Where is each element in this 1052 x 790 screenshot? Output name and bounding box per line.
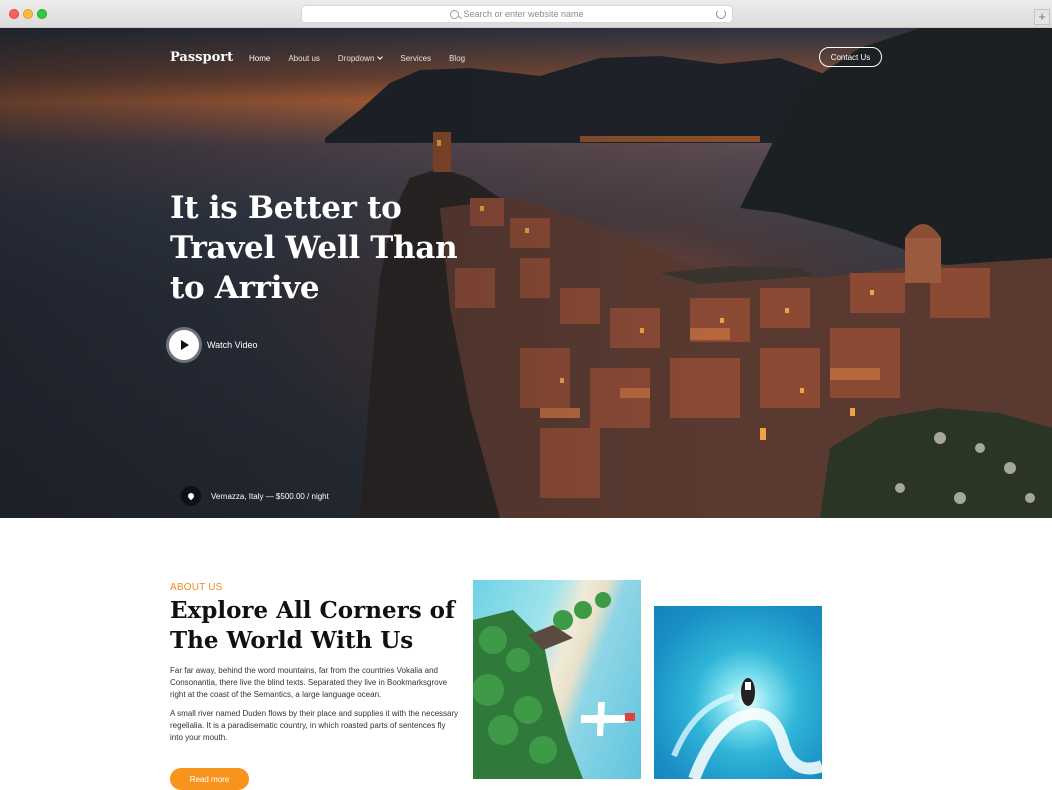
search-icon bbox=[450, 9, 460, 19]
nav-item-services[interactable]: Services bbox=[400, 54, 431, 63]
address-bar[interactable]: Search or enter website name bbox=[301, 5, 733, 23]
beach-island-photo bbox=[473, 580, 641, 779]
watch-video-label: Watch Video bbox=[207, 340, 258, 350]
map-pin-icon bbox=[181, 486, 201, 506]
location-badge: Vernazza, Italy — $500.00 / night bbox=[181, 486, 329, 506]
about-us-tag: ABOUT US bbox=[170, 582, 223, 593]
navbar: Passport Home About us Dropdown Services… bbox=[0, 28, 1052, 88]
nav-item-dropdown[interactable]: Dropdown bbox=[337, 54, 384, 63]
about-title: Explore All Corners of The World With Us bbox=[170, 596, 460, 656]
about-title-line: Explore All Corners of bbox=[170, 597, 455, 624]
hero-headline-line: It is Better to bbox=[170, 190, 402, 226]
address-placeholder: Search or enter website name bbox=[463, 9, 584, 19]
nav-item-about-us[interactable]: About us bbox=[288, 54, 320, 63]
zoom-window-button[interactable] bbox=[37, 9, 47, 19]
close-window-button[interactable] bbox=[9, 9, 19, 19]
about-paragraph: A small river named Duden flows by their… bbox=[170, 709, 459, 742]
nav-item-dropdown-label: Dropdown bbox=[337, 54, 375, 63]
contact-us-button[interactable]: Contact Us bbox=[819, 47, 882, 67]
hero-headline-line: to Arrive bbox=[170, 270, 320, 306]
minimize-window-button[interactable] bbox=[23, 9, 33, 19]
read-more-button[interactable]: Read more bbox=[170, 768, 249, 790]
jet-ski-photo bbox=[654, 606, 822, 779]
new-tab-icon[interactable]: + bbox=[1034, 9, 1050, 25]
nav-item-blog[interactable]: Blog bbox=[449, 54, 465, 63]
hero-headline-line: Travel Well Than bbox=[170, 230, 458, 266]
watch-video-link[interactable]: Watch Video bbox=[169, 330, 258, 360]
play-icon bbox=[181, 340, 189, 350]
play-button[interactable] bbox=[169, 330, 199, 360]
reload-icon[interactable] bbox=[716, 9, 726, 19]
hero-headline: It is Better to Travel Well Than to Arri… bbox=[170, 188, 470, 308]
location-label: Vernazza, Italy — $500.00 / night bbox=[211, 491, 329, 501]
nav-item-home[interactable]: Home bbox=[249, 54, 270, 63]
brand-logo[interactable]: Passport bbox=[170, 50, 233, 65]
main-menu: Home About us Dropdown Services Blog bbox=[249, 54, 483, 63]
about-title-line: The World With Us bbox=[170, 627, 414, 654]
browser-toolbar: Search or enter website name + bbox=[0, 0, 1052, 28]
about-paragraph: Far far away, behind the word mountains,… bbox=[170, 666, 448, 699]
chevron-down-icon bbox=[377, 54, 384, 60]
hero-section: Passport Home About us Dropdown Services… bbox=[0, 28, 1052, 518]
